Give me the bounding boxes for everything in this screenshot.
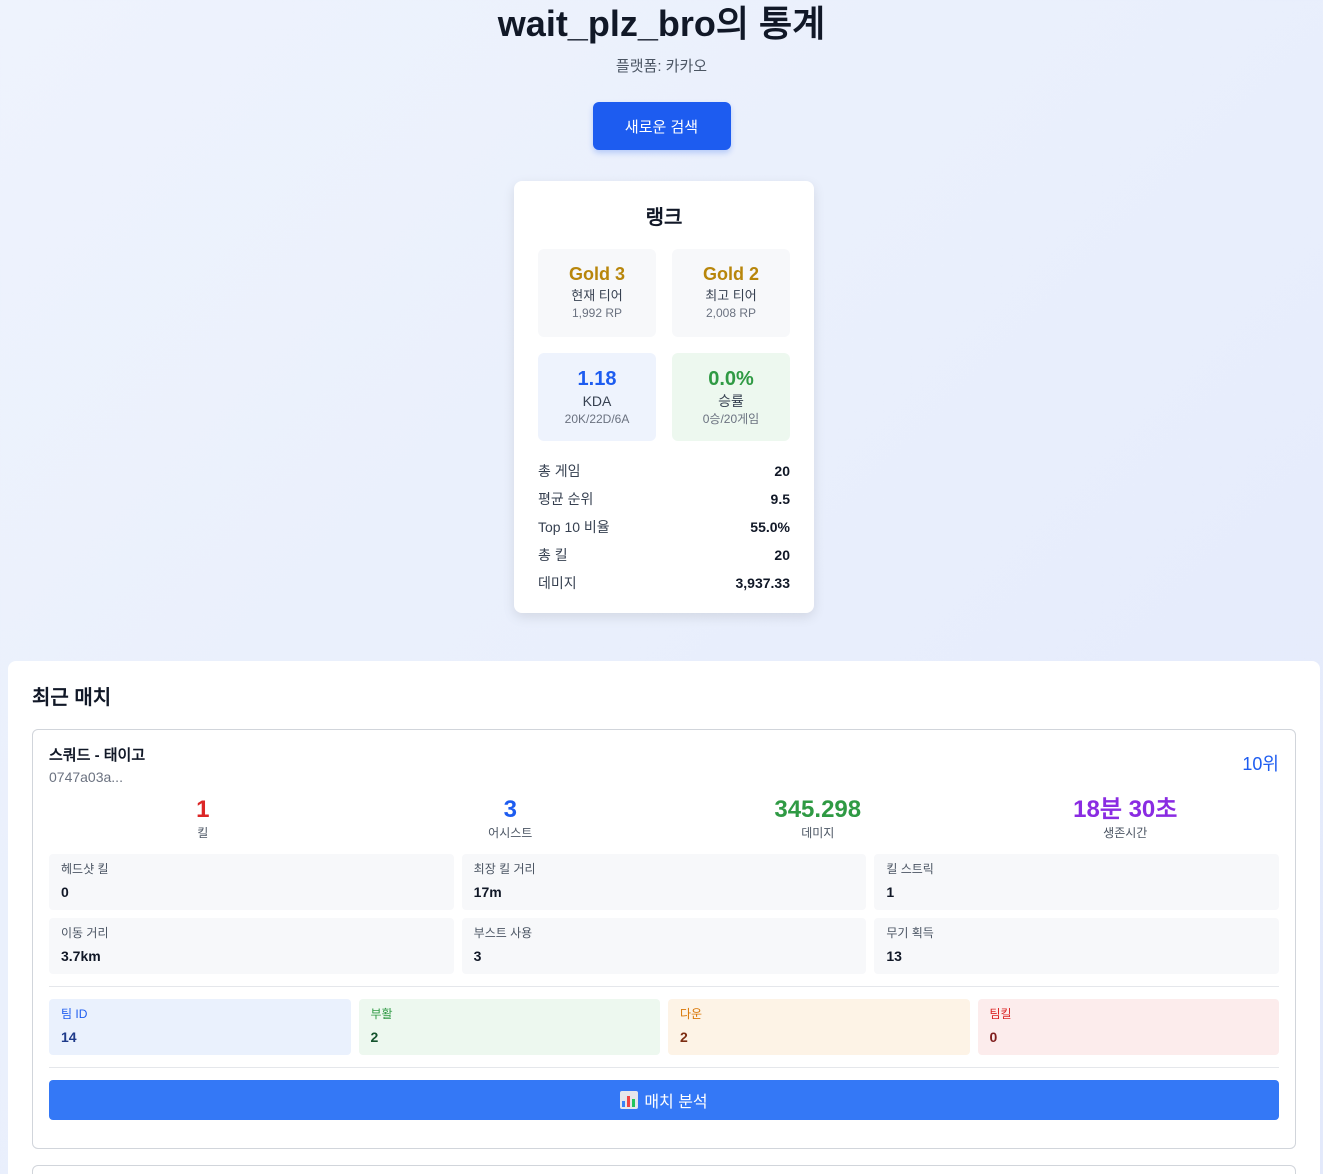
platform-label: 플랫폼: 카카오 [615, 58, 708, 75]
winrate-label: 승률 [718, 393, 744, 409]
detail-value: 17m [473, 884, 502, 900]
current-tier-rp: 1,992 RP [571, 306, 623, 320]
survival-stat: 18분 30초 생존시간 [972, 796, 1280, 840]
kda-box: 1.18 KDA 20K/22D/6A [538, 353, 656, 441]
team-stat-label: 팀킬 [989, 1007, 1012, 1021]
team-stats-grid: 팀 ID 14 부활 2 다운 2 팀킬 0 [49, 999, 1279, 1055]
match-big-stats: 1 킬 3 어시스트 345.298 데미지 18분 30초 생존시간 [49, 796, 1279, 840]
assists-label: 어시스트 [488, 826, 533, 840]
summary-row: 데미지 3,937.33 [538, 569, 790, 597]
assists-stat: 3 어시스트 [357, 796, 665, 840]
match-id: 0747a03a... [49, 769, 123, 785]
best-tier-rp: 2,008 RP [705, 306, 757, 320]
damage-stat: 345.298 데미지 [664, 796, 972, 840]
tier-grid: Gold 3 현재 티어 1,992 RP Gold 2 최고 티어 2,008… [538, 249, 790, 337]
detail-value: 3 [473, 948, 482, 964]
page-title: wait_plz_bro의 통계 [497, 3, 826, 44]
detail-label: 무기 획득 [886, 926, 934, 940]
summary-value: 9.5 [770, 491, 790, 507]
kda-label: KDA [582, 393, 612, 409]
survival-label: 생존시간 [1103, 826, 1148, 840]
detail-value: 1 [886, 884, 895, 900]
summary-label: 총 킬 [538, 547, 568, 563]
assists-value: 3 [503, 796, 517, 823]
bar-chart-icon [620, 1091, 639, 1109]
best-tier-box: Gold 2 최고 티어 2,008 RP [672, 249, 790, 337]
match-mode: 스쿼드 - 태이고 [49, 747, 146, 764]
detail-label: 킬 스트릭 [886, 862, 934, 876]
detail-label: 헤드샷 킬 [61, 862, 109, 876]
team-stat-value: 14 [61, 1029, 77, 1045]
summary-label: 데미지 [538, 575, 577, 591]
detail-boosts: 부스트 사용 3 [461, 918, 867, 974]
team-stat-label: 다운 [680, 1007, 703, 1021]
down-box: 다운 2 [668, 999, 970, 1055]
damage-label: 데미지 [801, 826, 835, 840]
detail-value: 0 [61, 884, 69, 900]
revive-box: 부활 2 [358, 999, 660, 1055]
recent-matches-section: 최근 매치 스쿼드 - 태이고 0747a03a... 10위 1 킬 3 어시… [8, 661, 1320, 1174]
summary-label: 평균 순위 [538, 491, 594, 507]
summary-row: 총 게임 20 [538, 457, 790, 485]
new-search-button[interactable]: 새로운 검색 [592, 102, 731, 150]
detail-headshot: 헤드샷 킬 0 [49, 854, 454, 910]
survival-value: 18분 30초 [1073, 796, 1178, 823]
team-stat-label: 팀 ID [61, 1007, 88, 1021]
damage-value: 345.298 [774, 796, 862, 823]
detail-kill-streak: 킬 스트릭 1 [874, 854, 1279, 910]
recent-matches-title: 최근 매치 [32, 687, 112, 709]
summary-value: 20 [774, 463, 790, 479]
rank-title: 랭크 [645, 207, 683, 229]
summary-label: 총 게임 [538, 463, 581, 479]
kills-value: 1 [196, 796, 210, 823]
team-stat-value: 0 [989, 1029, 998, 1045]
summary-value: 3,937.33 [735, 575, 791, 591]
page-header: wait_plz_bro의 통계 플랫폼: 카카오 새로운 검색 [0, 0, 1323, 150]
divider [49, 1067, 1279, 1068]
team-id-box: 팀 ID 14 [49, 999, 351, 1055]
summary-row: 총 킬 20 [538, 541, 790, 569]
divider [49, 986, 1279, 987]
match-rank: 10위 [1242, 754, 1279, 774]
winrate-box: 0.0% 승률 0승/20게임 [672, 353, 790, 441]
detail-weapons: 무기 획득 13 [874, 918, 1279, 974]
detail-value: 3.7km [61, 948, 101, 964]
team-stat-value: 2 [680, 1029, 688, 1045]
best-tier-label: 최고 티어 [705, 288, 757, 303]
current-tier-box: Gold 3 현재 티어 1,992 RP [538, 249, 656, 337]
match-detail-grid: 헤드샷 킬 0 최장 킬 거리 17m 킬 스트릭 1 이동 거리 3.7km … [49, 854, 1279, 974]
detail-value: 13 [886, 948, 902, 964]
rank-card: 랭크 Gold 3 현재 티어 1,992 RP Gold 2 최고 티어 2,… [514, 181, 814, 613]
kda-sub: 20K/22D/6A [564, 412, 630, 426]
kills-stat: 1 킬 [49, 796, 357, 840]
team-kill-box: 팀킬 0 [977, 999, 1279, 1055]
summary-row: Top 10 비율 55.0% [538, 513, 790, 541]
kda-value: 1.18 [577, 368, 617, 390]
detail-label: 부스트 사용 [473, 926, 533, 940]
current-tier-name: Gold 3 [568, 264, 625, 284]
winrate-sub: 0승/20게임 [702, 412, 760, 426]
summary-value: 55.0% [750, 519, 790, 535]
kills-label: 킬 [197, 826, 209, 840]
best-tier-name: Gold 2 [702, 264, 759, 284]
detail-label: 최장 킬 거리 [473, 862, 536, 876]
rank-summary: 총 게임 20 평균 순위 9.5 Top 10 비율 55.0% 총 킬 20… [538, 457, 790, 597]
winrate-value: 0.0% [708, 368, 754, 390]
match-card: 스쿼드 - 태이고 0747a03a... 10위 1 킬 3 어시스트 345… [32, 729, 1296, 1149]
detail-label: 이동 거리 [61, 926, 109, 940]
team-stat-value: 2 [370, 1029, 379, 1045]
summary-label: Top 10 비율 [538, 519, 610, 535]
summary-row: 평균 순위 9.5 [538, 485, 790, 513]
summary-value: 20 [774, 547, 790, 563]
match-analysis-button[interactable]: 매치 분석 [49, 1080, 1279, 1120]
detail-distance: 이동 거리 3.7km [49, 918, 454, 974]
stat-grid: 1.18 KDA 20K/22D/6A 0.0% 승률 0승/20게임 [538, 353, 790, 441]
team-stat-label: 부활 [370, 1007, 393, 1021]
match-analysis-label: 매치 분석 [644, 1094, 708, 1111]
match-card [32, 1165, 1296, 1174]
current-tier-label: 현재 티어 [571, 288, 623, 303]
detail-longest-kill: 최장 킬 거리 17m [461, 854, 867, 910]
